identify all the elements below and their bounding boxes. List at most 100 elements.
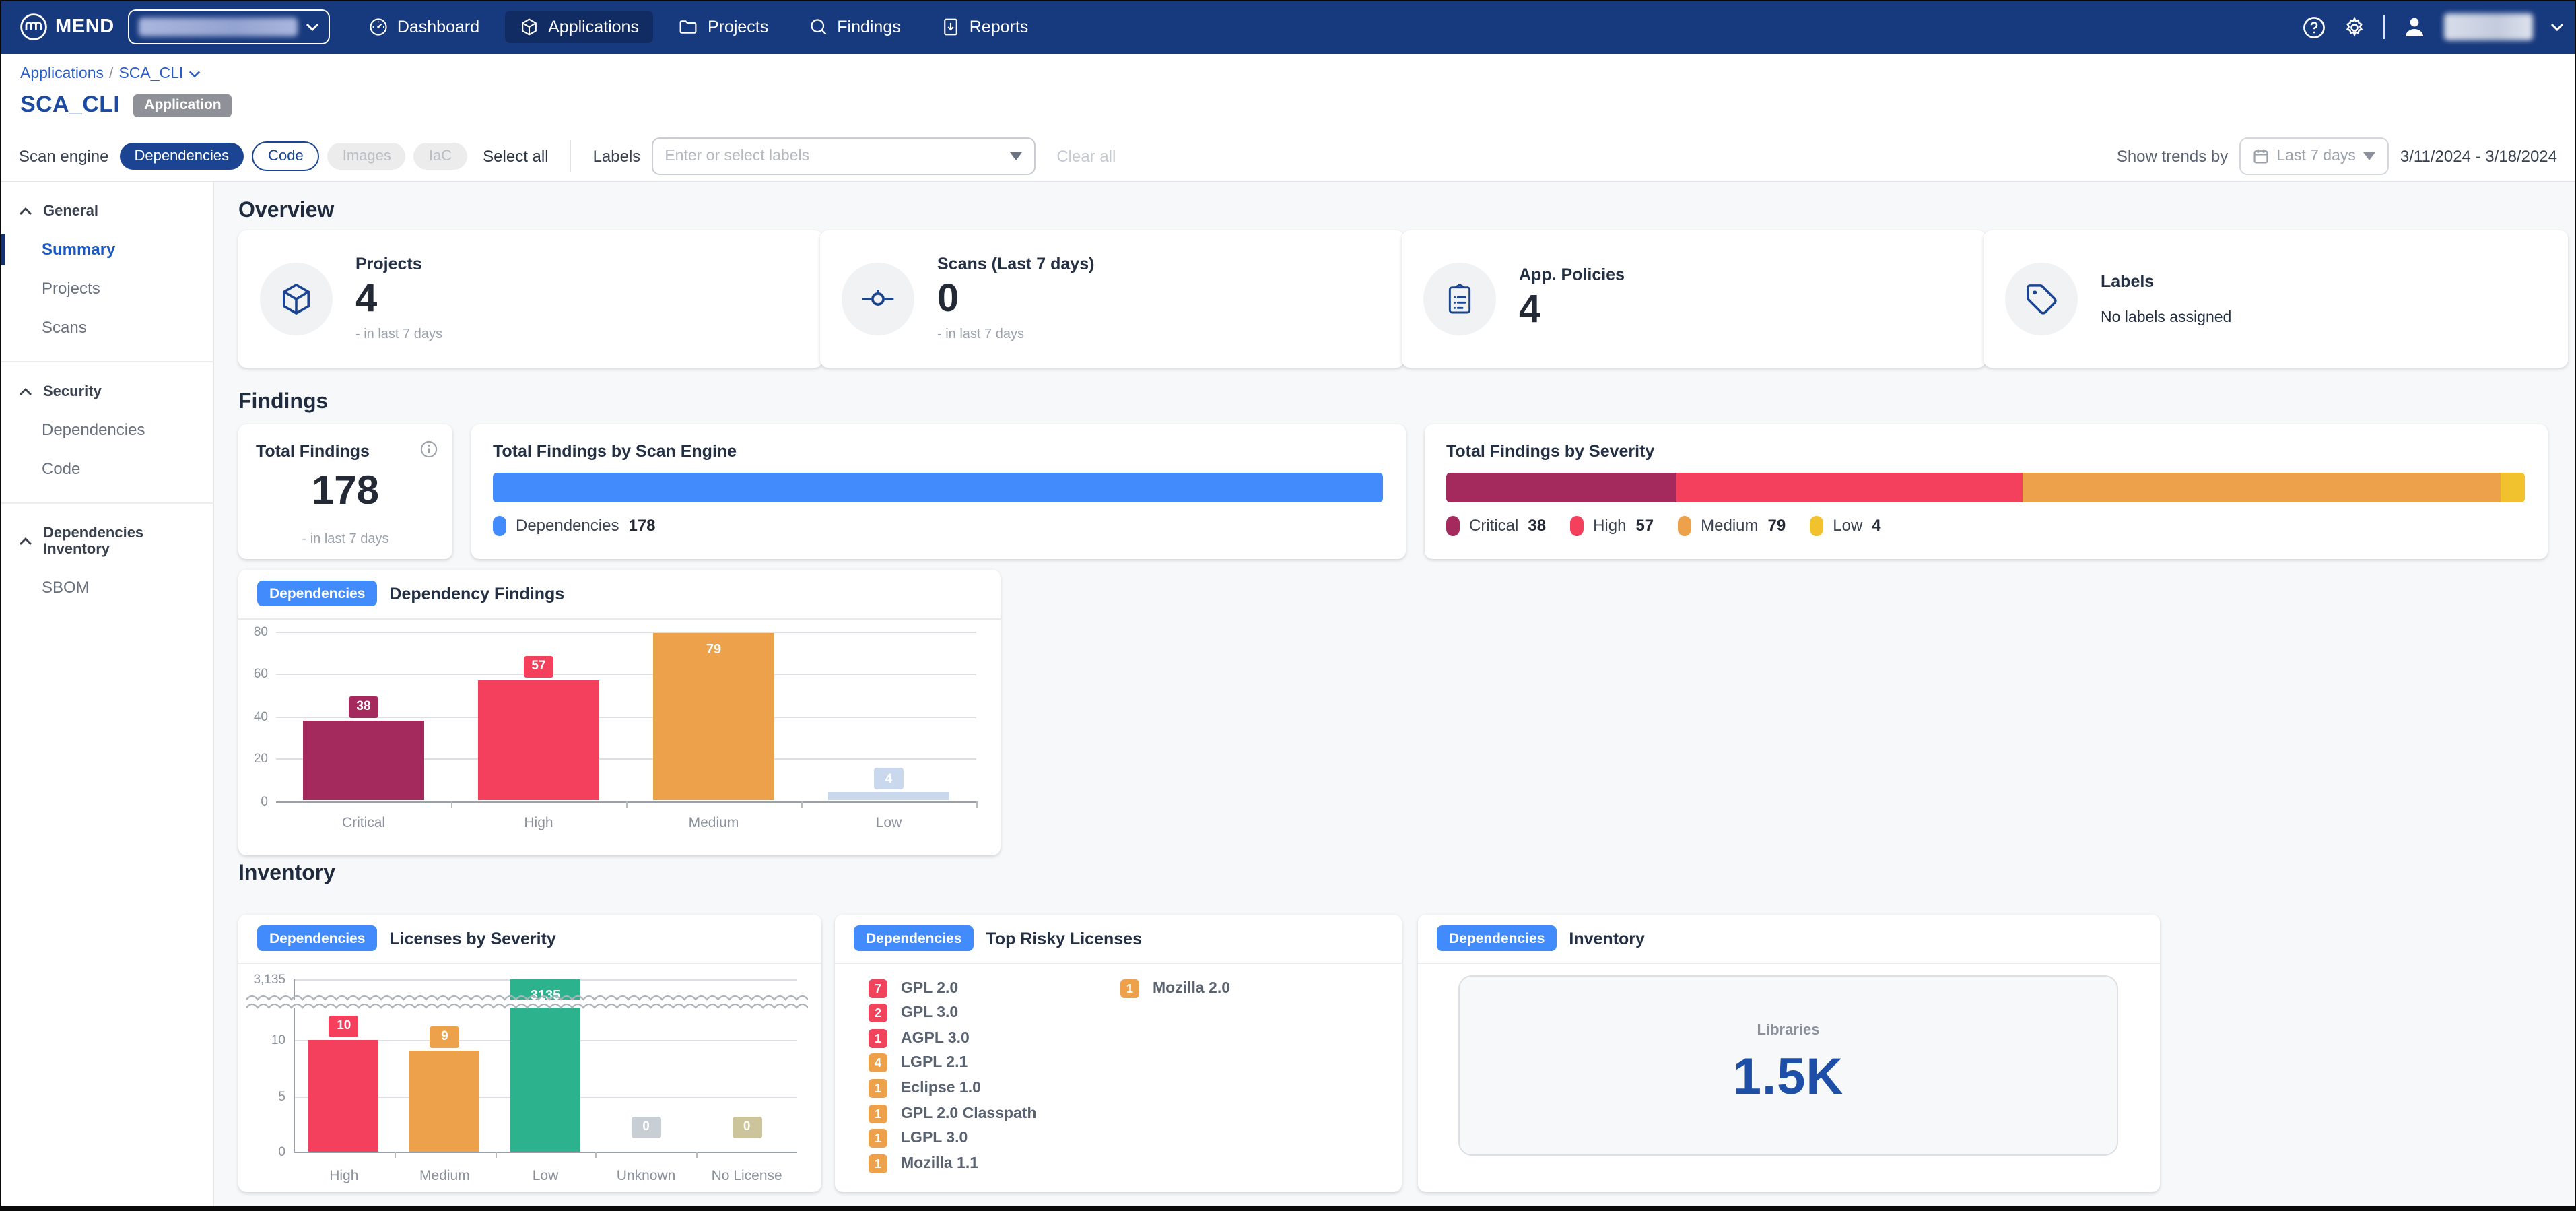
mend-logo[interactable]: MEND xyxy=(19,12,114,42)
date-range-button[interactable]: Last 7 days xyxy=(2239,137,2389,175)
tab-label: Projects xyxy=(708,18,768,36)
date-range-text: 3/11/2024 - 3/18/2024 xyxy=(2400,147,2557,166)
segment-medium[interactable] xyxy=(2022,472,2501,502)
dependencies-tag: Dependencies xyxy=(854,925,974,951)
bar-value-label: 9 xyxy=(430,1026,459,1047)
help-icon[interactable] xyxy=(2303,15,2326,38)
scan-engine-pill-images: Images xyxy=(328,143,406,170)
bar-medium[interactable] xyxy=(653,633,774,801)
overview-card-title: App. Policies xyxy=(1519,266,1625,285)
legend-count: 178 xyxy=(628,516,655,535)
risky-license-item[interactable]: 2GPL 3.0 xyxy=(869,1004,958,1022)
scan-engine-pill-dependencies[interactable]: Dependencies xyxy=(119,143,244,170)
calendar-icon xyxy=(2252,148,2268,164)
risky-license-item[interactable]: 1Mozilla 1.1 xyxy=(869,1154,978,1173)
risky-license-item[interactable]: 1AGPL 3.0 xyxy=(869,1028,970,1047)
overview-card-value: 0 xyxy=(937,279,1094,320)
sidebar-group-header[interactable]: Security xyxy=(0,372,213,410)
legend-item-low: Low4 xyxy=(1810,515,1880,535)
license-count-badge: 2 xyxy=(869,1004,887,1022)
sidebar-item-scans[interactable]: Scans xyxy=(0,308,213,347)
tab-dashboard[interactable]: Dashboard xyxy=(354,11,494,43)
sidebar-group-header[interactable]: Dependencies Inventory xyxy=(0,514,213,568)
bar-critical[interactable] xyxy=(303,720,424,801)
scan-engine-pill-code[interactable]: Code xyxy=(252,141,320,171)
license-count-badge: 7 xyxy=(869,979,887,997)
x-axis-category-label: Low xyxy=(801,814,976,830)
breadcrumb-chevron-icon[interactable] xyxy=(189,70,201,78)
x-axis-category-label: High xyxy=(451,814,626,830)
top-nav: MEND Dashboard Applications Projects Findin… xyxy=(0,0,2576,54)
sidebar: GeneralSummaryProjectsScans Security Depen… xyxy=(0,181,214,1211)
chevron-up-icon xyxy=(19,387,32,395)
risky-license-item[interactable]: 1Eclipse 1.0 xyxy=(869,1079,981,1098)
segment-high[interactable] xyxy=(1676,472,2022,502)
x-axis-category-label: Medium xyxy=(626,814,801,830)
segment-low[interactable] xyxy=(2501,472,2525,502)
x-axis-category-label: No License xyxy=(696,1167,797,1183)
risky-license-item[interactable]: 1Mozilla 2.0 xyxy=(1120,979,1230,997)
segment-dependencies[interactable] xyxy=(493,472,1383,502)
total-findings-title: Total Findings xyxy=(256,441,370,460)
license-name: GPL 2.0 xyxy=(901,980,958,996)
segment-critical[interactable] xyxy=(1446,472,1676,502)
tab-label: Dashboard xyxy=(397,18,479,36)
risky-license-item[interactable]: 7 GPL 2.0 xyxy=(869,979,958,997)
tab-findings[interactable]: Findings xyxy=(794,11,916,43)
tab-reports[interactable]: Reports xyxy=(926,11,1044,43)
y-axis-tick-label: 80 xyxy=(228,624,268,639)
risky-license-item[interactable]: 1GPL 2.0 Classpath xyxy=(869,1104,1037,1123)
risky-license-item[interactable]: 4LGPL 2.1 xyxy=(869,1054,968,1073)
sidebar-group-header[interactable]: General xyxy=(0,192,213,230)
sidebar-item-projects[interactable]: Projects xyxy=(0,269,213,308)
y-axis-tick-label: 20 xyxy=(228,752,268,766)
select-all-link[interactable]: Select all xyxy=(483,147,548,166)
clear-all-link[interactable]: Clear all xyxy=(1056,147,1116,166)
user-avatar-icon[interactable] xyxy=(2402,15,2427,39)
sidebar-item-dependencies[interactable]: Dependencies xyxy=(0,410,213,449)
bar-high[interactable] xyxy=(309,1039,379,1151)
tab-projects[interactable]: Projects xyxy=(665,11,783,43)
breadcrumb-separator: / xyxy=(109,66,113,82)
gear-icon[interactable] xyxy=(2343,15,2366,38)
scan-icon xyxy=(859,280,897,317)
bar-medium[interactable] xyxy=(409,1050,479,1151)
legend-swatch xyxy=(1570,515,1584,535)
sidebar-item-code[interactable]: Code xyxy=(0,449,213,488)
scan-engine-pill-iac: IaC xyxy=(414,143,467,170)
top-risky-licenses-card: Dependencies Top Risky Licenses 7GPL 2.0… xyxy=(835,914,1402,1191)
bar-low[interactable] xyxy=(828,792,949,801)
sidebar-item-sbom[interactable]: SBOM xyxy=(0,568,213,607)
info-icon[interactable] xyxy=(420,440,438,457)
overview-card-app-policies: App. Policies4 xyxy=(1402,230,1986,367)
libraries-box[interactable]: Libraries 1.5K xyxy=(1458,975,2118,1155)
tab-applications[interactable]: Applications xyxy=(505,11,654,43)
legend-count: 79 xyxy=(1768,516,1786,535)
y-axis-tick-label: 10 xyxy=(245,1033,285,1047)
page-title: SCA_CLI xyxy=(20,92,120,119)
x-axis-tick xyxy=(495,1151,496,1158)
org-selector-dropdown[interactable] xyxy=(128,9,330,44)
labels-input[interactable]: Enter or select labels xyxy=(651,137,1035,175)
x-axis-category-label: Low xyxy=(495,1167,596,1183)
labels-placeholder: Enter or select labels xyxy=(665,148,1001,164)
sidebar-group-label: Security xyxy=(43,383,102,399)
nav-right xyxy=(2303,0,2564,54)
x-axis-tick xyxy=(626,801,628,808)
user-menu-chevron-icon[interactable] xyxy=(2550,23,2564,31)
legend-item-medium: Medium79 xyxy=(1678,515,1786,535)
bar-high[interactable] xyxy=(478,680,599,801)
x-axis-tick xyxy=(451,801,452,808)
sidebar-item-summary[interactable]: Summary xyxy=(0,230,213,269)
risky-license-item[interactable]: 1LGPL 3.0 xyxy=(869,1129,968,1148)
icon-circle xyxy=(1423,262,1496,335)
breadcrumb-current-link[interactable]: SCA_CLI xyxy=(118,66,183,82)
breadcrumb-applications-link[interactable]: Applications xyxy=(20,66,104,82)
dependency-findings-card: Dependencies Dependency Findings 0204060… xyxy=(238,569,1001,855)
y-axis-tick-label: 60 xyxy=(228,667,268,682)
findings-by-engine-title: Total Findings by Scan Engine xyxy=(493,441,737,460)
overview-card-projects: Projects4- in last 7 days xyxy=(238,230,823,367)
sidebar-group-dependencies-inventory: Dependencies InventorySBOM xyxy=(0,503,213,620)
overview-card-value: 4 xyxy=(355,279,442,320)
main-content: Overview Projects4- in last 7 daysScans … xyxy=(214,181,2576,1211)
